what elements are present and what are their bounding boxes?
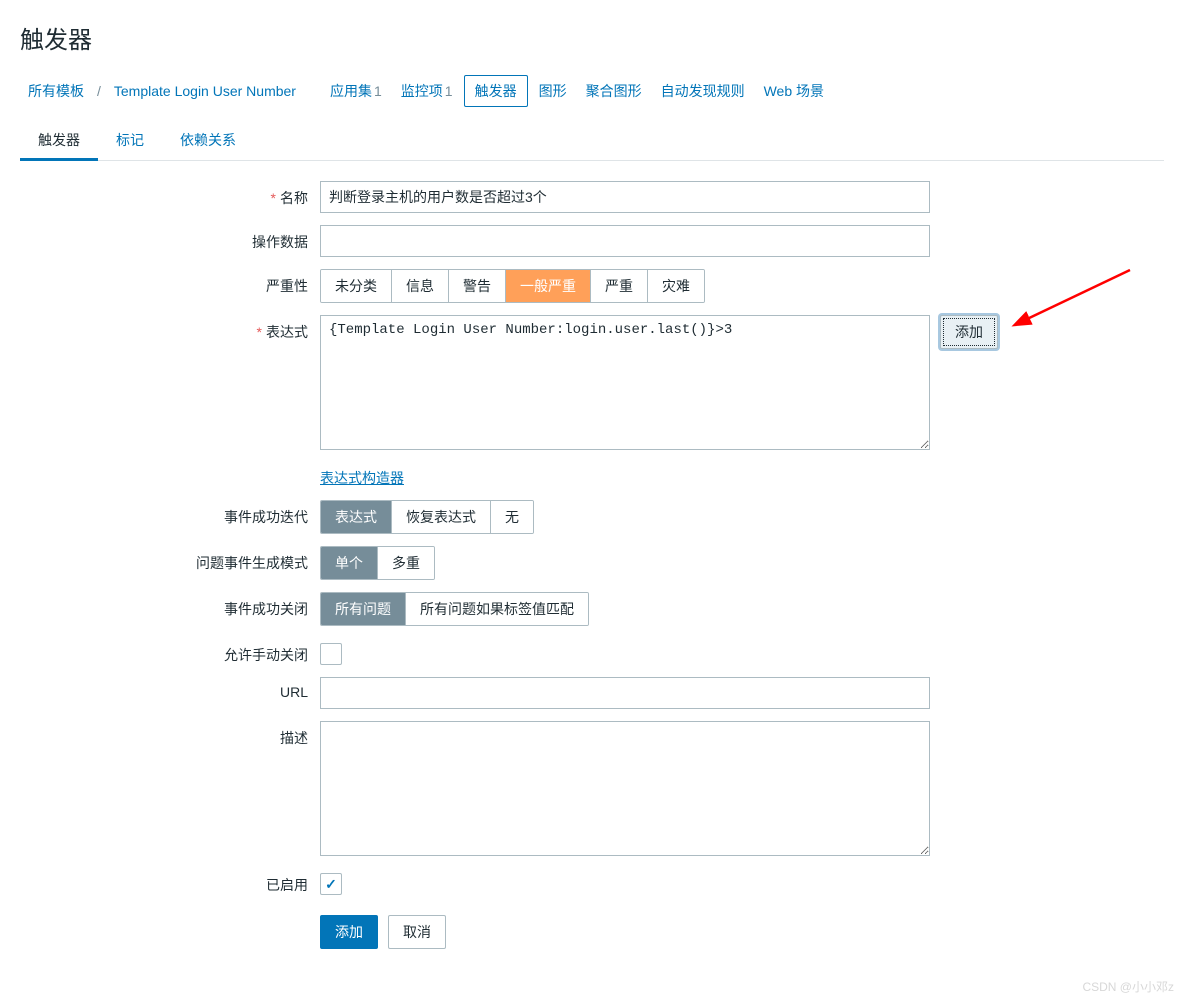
enabled-checkbox[interactable]: ✓ — [320, 873, 342, 895]
operdata-label: 操作数据 — [80, 225, 320, 252]
breadcrumb-all-templates[interactable]: 所有模板 — [20, 76, 92, 106]
description-label: 描述 — [80, 721, 320, 748]
page-title: 触发器 — [20, 20, 1164, 55]
name-input[interactable] — [320, 181, 930, 213]
expression-textarea[interactable]: {Template Login User Number:login.user.l… — [320, 315, 930, 450]
expression-add-button[interactable]: 添加 — [940, 315, 998, 349]
event-ok-label: 事件成功迭代 — [80, 500, 320, 527]
tab-trigger[interactable]: 触发器 — [20, 122, 98, 160]
tab-tags[interactable]: 标记 — [98, 122, 162, 160]
event-close-tag-match[interactable]: 所有问题如果标签值匹配 — [406, 593, 588, 625]
severity-not-classified[interactable]: 未分类 — [321, 270, 392, 302]
expression-builder-link[interactable]: 表达式构造器 — [320, 462, 404, 488]
severity-group: 未分类 信息 警告 一般严重 严重 灾难 — [320, 269, 705, 303]
nav-triggers[interactable]: 触发器 — [464, 75, 528, 107]
event-ok-group: 表达式 恢复表达式 无 — [320, 500, 534, 534]
trigger-form: *名称 操作数据 严重性 未分类 信息 警告 一般严重 严重 灾难 *表达式 {… — [80, 181, 1164, 949]
nav-screens[interactable]: 聚合图形 — [578, 76, 650, 106]
event-close-group: 所有问题 所有问题如果标签值匹配 — [320, 592, 589, 626]
severity-information[interactable]: 信息 — [392, 270, 449, 302]
cancel-button[interactable]: 取消 — [388, 915, 446, 949]
description-textarea[interactable] — [320, 721, 930, 856]
name-label: *名称 — [80, 181, 320, 208]
manual-close-label: 允许手动关闭 — [80, 638, 320, 665]
severity-average[interactable]: 一般严重 — [506, 270, 591, 302]
submit-button[interactable]: 添加 — [320, 915, 378, 949]
expression-label: *表达式 — [80, 315, 320, 342]
breadcrumb-separator: / — [95, 83, 103, 99]
url-input[interactable] — [320, 677, 930, 709]
nav-graphs[interactable]: 图形 — [531, 76, 575, 106]
nav-applications[interactable]: 应用集1 — [322, 76, 390, 106]
breadcrumb: 所有模板 / Template Login User Number 应用集1 监… — [20, 75, 1164, 107]
event-ok-none[interactable]: 无 — [491, 501, 533, 533]
severity-high[interactable]: 严重 — [591, 270, 648, 302]
event-close-label: 事件成功关闭 — [80, 592, 320, 619]
tab-bar: 触发器 标记 依赖关系 — [20, 122, 1164, 161]
watermark: CSDN @小小邓z — [1082, 978, 1174, 995]
nav-web[interactable]: Web 场景 — [756, 76, 832, 106]
event-ok-expression[interactable]: 表达式 — [321, 501, 392, 533]
severity-label: 严重性 — [80, 269, 320, 296]
event-gen-multiple[interactable]: 多重 — [378, 547, 434, 579]
enabled-label: 已启用 — [80, 868, 320, 895]
event-gen-single[interactable]: 单个 — [321, 547, 378, 579]
manual-close-checkbox[interactable] — [320, 643, 342, 665]
tab-dependencies[interactable]: 依赖关系 — [162, 122, 254, 160]
severity-warning[interactable]: 警告 — [449, 270, 506, 302]
operdata-input[interactable] — [320, 225, 930, 257]
event-gen-group: 单个 多重 — [320, 546, 435, 580]
breadcrumb-template-name[interactable]: Template Login User Number — [106, 78, 304, 104]
url-label: URL — [80, 677, 320, 700]
nav-discovery[interactable]: 自动发现规则 — [653, 76, 753, 106]
event-close-all[interactable]: 所有问题 — [321, 593, 406, 625]
severity-disaster[interactable]: 灾难 — [648, 270, 704, 302]
nav-items[interactable]: 监控项1 — [393, 76, 461, 106]
event-ok-recovery[interactable]: 恢复表达式 — [392, 501, 491, 533]
event-gen-label: 问题事件生成模式 — [80, 546, 320, 573]
